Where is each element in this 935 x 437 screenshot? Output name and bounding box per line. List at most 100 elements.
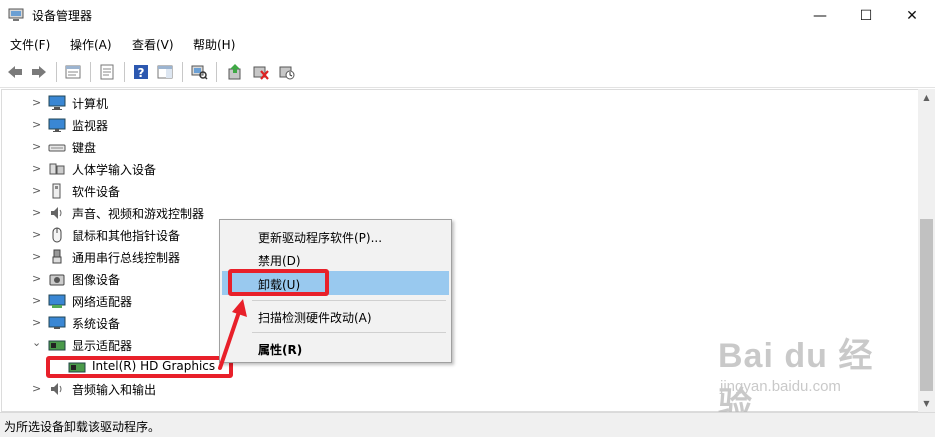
back-arrow-icon[interactable] (6, 63, 24, 81)
menu-view[interactable]: 查看(V) (132, 36, 174, 53)
chevron-right-icon[interactable]: > (32, 228, 42, 241)
tree-item-mice[interactable]: > 鼠标和其他指针设备 (2, 224, 918, 246)
tree-item-keyboards[interactable]: > 键盘 (2, 136, 918, 158)
minimize-button[interactable]: — (797, 0, 843, 31)
menu-item-scan-hardware[interactable]: 扫描检测硬件改动(A) (222, 304, 449, 328)
device-manager-icon (8, 8, 24, 21)
menu-item-label: 更新驱动程序软件(P)... (258, 231, 383, 245)
tree-item-label: 键盘 (72, 141, 97, 155)
usb-icon (52, 249, 62, 264)
tree-item-computer[interactable]: > 计算机 (2, 92, 918, 114)
hid-icon (49, 163, 65, 175)
display-adapter-icon (48, 340, 66, 351)
tree-item-monitors[interactable]: > 监视器 (2, 114, 918, 136)
system-device-icon (48, 316, 66, 329)
vertical-scrollbar[interactable]: ▲ ▼ (918, 89, 935, 412)
tree-item-label: 声音、视频和游戏控制器 (72, 207, 205, 221)
toolbar-separator (90, 62, 91, 82)
uninstall-device-icon[interactable] (252, 63, 270, 81)
toolbar-separator (124, 62, 125, 82)
tree-item-hid[interactable]: > 人体学输入设备 (2, 158, 918, 180)
scroll-up-arrow-icon[interactable]: ▲ (918, 89, 935, 106)
chevron-right-icon[interactable]: > (32, 96, 42, 109)
title-bar: 设备管理器 — ☐ ✕ (0, 0, 935, 31)
help-icon[interactable]: ? (132, 63, 150, 81)
menu-item-properties[interactable]: 属性(R) (222, 336, 449, 360)
tree-item-label: 通用串行总线控制器 (72, 251, 181, 265)
toolbar: ? (0, 56, 935, 88)
menu-separator (252, 300, 446, 301)
speaker-icon (51, 383, 62, 395)
window-title: 设备管理器 (32, 9, 93, 23)
tree-item-label: 音频输入和输出 (72, 383, 157, 397)
status-text: 为所选设备卸载该驱动程序。 (4, 420, 161, 434)
monitor-icon (48, 118, 66, 132)
minimize-icon: — (813, 7, 827, 24)
chevron-right-icon[interactable]: > (32, 140, 42, 153)
tree-item-usb-controllers[interactable]: > 通用串行总线控制器 (2, 246, 918, 268)
scan-hardware-icon[interactable] (190, 63, 208, 81)
menu-item-update-driver[interactable]: 更新驱动程序软件(P)... (222, 224, 449, 248)
toolbar-separator (182, 62, 183, 82)
network-adapter-icon (48, 294, 66, 308)
disable-device-icon[interactable] (278, 63, 296, 81)
watermark-sub: jingyan.baidu.com (720, 378, 841, 395)
forward-arrow-icon[interactable] (30, 63, 48, 81)
menu-bar: 文件(F) 操作(A) 查看(V) 帮助(H) (0, 31, 935, 56)
toolbar-separator (56, 62, 57, 82)
close-icon: ✕ (906, 7, 918, 24)
tree-item-software-devices[interactable]: > 软件设备 (2, 180, 918, 202)
annotation-arrow-icon (218, 299, 247, 370)
action-pane-icon[interactable] (156, 63, 174, 81)
camera-icon (49, 274, 65, 286)
menu-help[interactable]: 帮助(H) (193, 36, 235, 53)
annotation-highlight-box (228, 269, 329, 296)
tree-item-label: 系统设备 (72, 317, 121, 331)
chevron-right-icon[interactable]: > (32, 206, 42, 219)
tree-item-imaging-devices[interactable]: > 图像设备 (2, 268, 918, 290)
keyboard-icon (48, 144, 66, 152)
close-button[interactable]: ✕ (889, 0, 935, 31)
tree-item-network-adapters[interactable]: > 网络适配器 (2, 290, 918, 312)
properties-icon[interactable] (98, 63, 116, 81)
chevron-right-icon[interactable]: > (32, 162, 42, 175)
chevron-down-icon[interactable]: ⌄ (32, 336, 42, 349)
menu-file[interactable]: 文件(F) (10, 36, 50, 53)
menu-action[interactable]: 操作(A) (70, 36, 112, 53)
tree-item-sound-video-game[interactable]: > 声音、视频和游戏控制器 (2, 202, 918, 224)
chevron-right-icon[interactable]: > (32, 382, 42, 395)
menu-separator (252, 332, 446, 333)
maximize-icon: ☐ (859, 7, 873, 24)
software-device-icon (52, 183, 61, 199)
tree-item-label: 鼠标和其他指针设备 (72, 229, 181, 243)
computer-icon (48, 95, 66, 110)
tree-item-label: 计算机 (72, 97, 109, 111)
annotation-highlight-box (46, 356, 233, 378)
chevron-right-icon[interactable]: > (32, 272, 42, 285)
mouse-icon (52, 227, 62, 243)
tree-item-label: 网络适配器 (72, 295, 133, 309)
menu-item-label: 禁用(D) (258, 254, 301, 268)
menu-item-label: 扫描检测硬件改动(A) (258, 311, 372, 325)
chevron-right-icon[interactable]: > (32, 250, 42, 263)
maximize-button[interactable]: ☐ (843, 0, 889, 31)
menu-item-label: 属性(R) (258, 343, 303, 357)
tree-item-label: 软件设备 (72, 185, 121, 199)
chevron-right-icon[interactable]: > (32, 316, 42, 329)
baidu-jingyan-watermark: Bai du 经验 jingyan.baidu.com (718, 328, 898, 424)
chevron-right-icon[interactable]: > (32, 184, 42, 197)
tree-item-label: 图像设备 (72, 273, 121, 287)
menu-item-disable[interactable]: 禁用(D) (222, 247, 449, 271)
tree-item-label: 监视器 (72, 119, 109, 133)
toolbar-separator (216, 62, 217, 82)
svg-text:?: ? (138, 66, 145, 80)
status-bar: 为所选设备卸载该驱动程序。 (0, 412, 935, 437)
scrollbar-thumb[interactable] (920, 219, 933, 391)
tree-item-label: 人体学输入设备 (72, 163, 157, 177)
speaker-icon (51, 207, 62, 219)
chevron-right-icon[interactable]: > (32, 294, 42, 307)
scroll-down-arrow-icon[interactable]: ▼ (918, 395, 935, 412)
update-driver-icon[interactable] (226, 63, 244, 81)
chevron-right-icon[interactable]: > (32, 118, 42, 131)
show-hide-tree-icon[interactable] (64, 63, 82, 81)
